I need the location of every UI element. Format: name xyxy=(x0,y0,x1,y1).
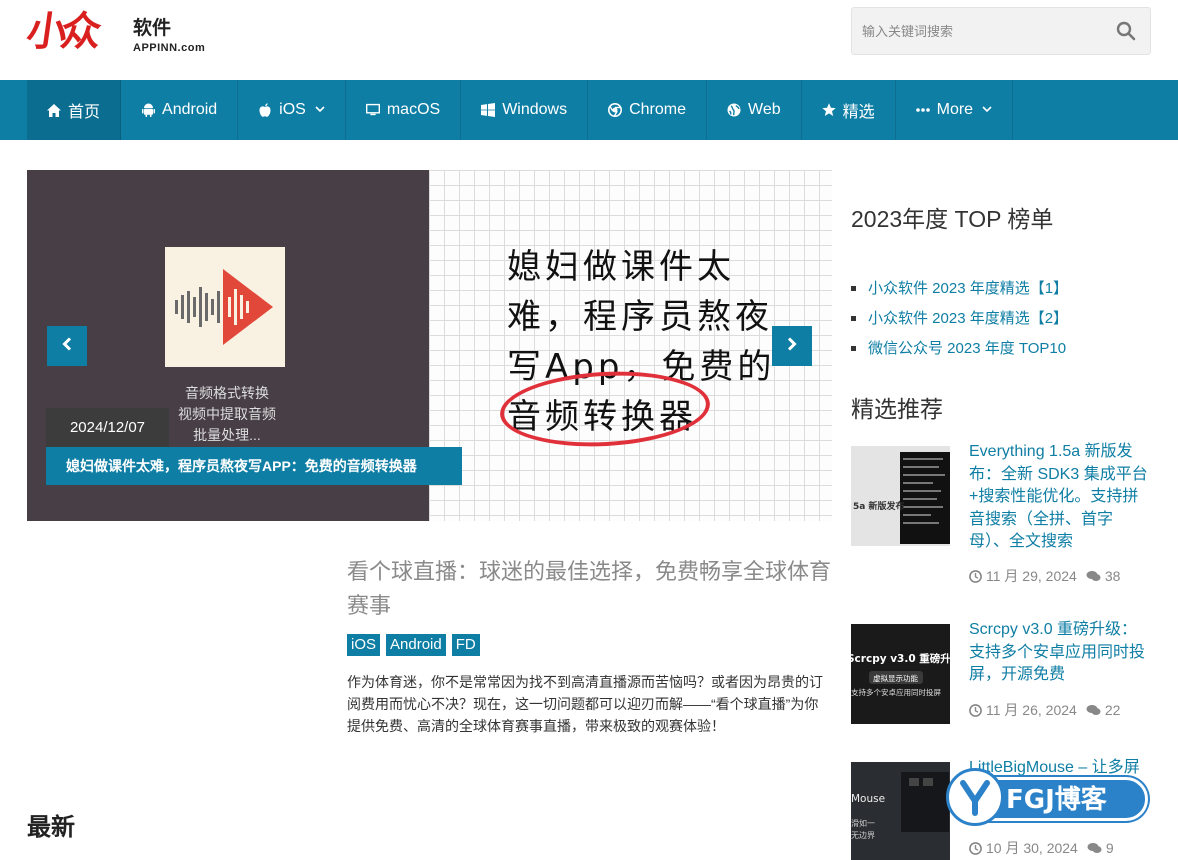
android-icon xyxy=(141,103,155,117)
watermark-badge xyxy=(946,768,1004,826)
nav-item-home[interactable]: 首页 xyxy=(27,80,122,140)
star-icon xyxy=(821,103,836,117)
monitor-icon xyxy=(365,103,380,117)
clock-icon xyxy=(969,569,982,583)
tag-ios[interactable]: iOS xyxy=(347,634,381,656)
nav-item-windows[interactable]: Windows xyxy=(461,80,589,140)
watermark-text: FGJ博客 xyxy=(1006,785,1107,815)
nav-item-chrome[interactable]: Chrome xyxy=(588,80,707,140)
recommended-item: 5a 新版发布 Everything 1.5a 新版发布：全新 SDK3 集成平… xyxy=(851,443,1151,586)
site-logo[interactable]: 小众 软件 APPINN.com xyxy=(23,9,227,57)
nav-label: macOS xyxy=(386,101,441,118)
top-list-item[interactable]: 小众软件 2023 年度精选【2】 xyxy=(851,307,1068,337)
nav-item-android[interactable]: Android xyxy=(121,80,239,140)
slide-date: 2024/12/07 xyxy=(46,408,169,447)
post-tags: iOS Android FD xyxy=(347,634,480,656)
tag-fd[interactable]: FD xyxy=(451,634,480,656)
comment-count: 22 xyxy=(1104,702,1121,718)
nav-item-more[interactable]: More xyxy=(896,80,1014,140)
post-meta: 10 月 30, 2024 9 xyxy=(969,838,1114,858)
site-header: 小众 软件 APPINN.com xyxy=(0,0,1178,80)
slide-title[interactable]: 媳妇做课件太难，程序员熬夜写APP：免费的音频转换器 xyxy=(46,447,462,485)
recommended-item: Scrcpy v3.0 重磅升级 虚拟显示功能 支持多个安卓应用同时投屏 Scr… xyxy=(851,621,1151,734)
logo-mark: 小众 xyxy=(23,9,99,55)
nav-label: Windows xyxy=(502,101,568,118)
nav-item-ios[interactable]: iOS xyxy=(238,80,346,140)
nav-label: Android xyxy=(162,101,218,118)
post-meta: 11 月 26, 2024 22 xyxy=(969,700,1120,720)
search-icon[interactable] xyxy=(1116,21,1136,41)
post-excerpt: 作为体育迷，你不是常常因为找不到高清直播源而苦恼吗？或者因为昂贵的订阅费用而忧心… xyxy=(347,674,823,734)
latest-heading: 最新 xyxy=(27,814,75,841)
post-date: 11 月 29, 2024 xyxy=(986,568,1077,584)
thumb-subtext: 虚拟显示功能 xyxy=(873,673,918,683)
comment-count: 9 xyxy=(1105,840,1114,856)
thumb-subtext: 支持多个安卓应用同时投屏 xyxy=(851,687,941,697)
chevron-down-icon xyxy=(982,105,992,116)
nav-item-web[interactable]: Web xyxy=(707,80,802,140)
nav-label: Web xyxy=(748,101,781,118)
logo-cn: 软件 xyxy=(133,18,172,39)
recommended-thumbnail[interactable]: Scrcpy v3.0 重磅升级 虚拟显示功能 支持多个安卓应用同时投屏 xyxy=(851,624,950,724)
ellipsis-icon xyxy=(915,103,930,117)
search-input[interactable] xyxy=(852,8,1102,54)
nav-label: Chrome xyxy=(629,101,686,118)
thumb-subtext: 无边界 xyxy=(851,830,875,840)
thumb-text: 5a 新版发布 xyxy=(853,500,904,512)
thumb-subtext: 滑如一 xyxy=(851,818,875,828)
chevron-down-icon xyxy=(315,105,325,116)
post-date: 11 月 26, 2024 xyxy=(986,702,1077,718)
top-list-item[interactable]: 小众软件 2023 年度精选【1】 xyxy=(851,277,1068,307)
nav-label: 精选 xyxy=(842,104,875,121)
tag-android[interactable]: Android xyxy=(386,634,446,656)
thumb-text: Scrcpy v3.0 重磅升级 xyxy=(851,652,950,665)
recommended-title[interactable]: Everything 1.5a 新版发布：全新 SDK3 集成平台+搜索性能优化… xyxy=(969,441,1151,554)
search-box xyxy=(851,7,1151,55)
logo-en: APPINN.com xyxy=(133,42,206,54)
audio-converter-app-icon xyxy=(165,247,285,367)
slider-next-button[interactable] xyxy=(772,326,812,366)
post-date: 10 月 30, 2024 xyxy=(986,840,1078,856)
post-title[interactable]: 看个球直播：球迷的最佳选择，免费畅享全球体育赛事 xyxy=(347,555,832,623)
comments-icon xyxy=(1086,570,1101,583)
globe-icon xyxy=(727,103,741,117)
nav-label: iOS xyxy=(279,101,306,118)
chevron-left-icon xyxy=(61,336,73,356)
home-icon xyxy=(47,103,61,117)
comments-icon xyxy=(1087,842,1102,855)
clock-icon xyxy=(969,703,982,717)
comments-icon xyxy=(1086,704,1101,717)
fgj-blog-watermark: FGJ博客 xyxy=(946,768,1150,830)
windows-icon xyxy=(481,103,496,117)
comment-count: 38 xyxy=(1104,568,1121,584)
top-list-item[interactable]: 微信公众号 2023 年度 TOP10 xyxy=(851,337,1068,367)
chevron-right-icon xyxy=(786,336,798,356)
recommended-title[interactable]: Scrcpy v3.0 重磅升级：支持多个安卓应用同时投屏，开源免费 xyxy=(969,619,1151,687)
recommended-thumbnail[interactable]: Mouse 滑如一 无边界 xyxy=(851,762,950,860)
slider-prev-button[interactable] xyxy=(47,326,87,366)
featured-slider[interactable]: 音频格式转换 视频中提取音频 批量处理... 媳妇做课件太 难，程序员熬夜 写A… xyxy=(27,170,832,521)
recommended-heading: 精选推荐 xyxy=(851,396,943,422)
main-nav: 首页 Android iOS macOS Windows Chrome Web xyxy=(0,80,1178,140)
nav-label: 首页 xyxy=(68,104,101,121)
nav-item-featured[interactable]: 精选 xyxy=(802,80,896,140)
apple-icon xyxy=(258,103,272,117)
top-list: 小众软件 2023 年度精选【1】 小众软件 2023 年度精选【2】 微信公众… xyxy=(851,277,1068,367)
nav-label: More xyxy=(936,101,974,118)
top-list-heading: 2023年度 TOP 榜单 xyxy=(851,206,1054,232)
chrome-icon xyxy=(608,103,623,117)
post-meta: 11 月 29, 2024 38 xyxy=(969,566,1120,586)
recommended-thumbnail[interactable]: 5a 新版发布 xyxy=(851,446,950,546)
clock-icon xyxy=(969,841,982,855)
nav-item-macos[interactable]: macOS xyxy=(346,80,462,140)
thumb-text: Mouse xyxy=(851,793,885,805)
